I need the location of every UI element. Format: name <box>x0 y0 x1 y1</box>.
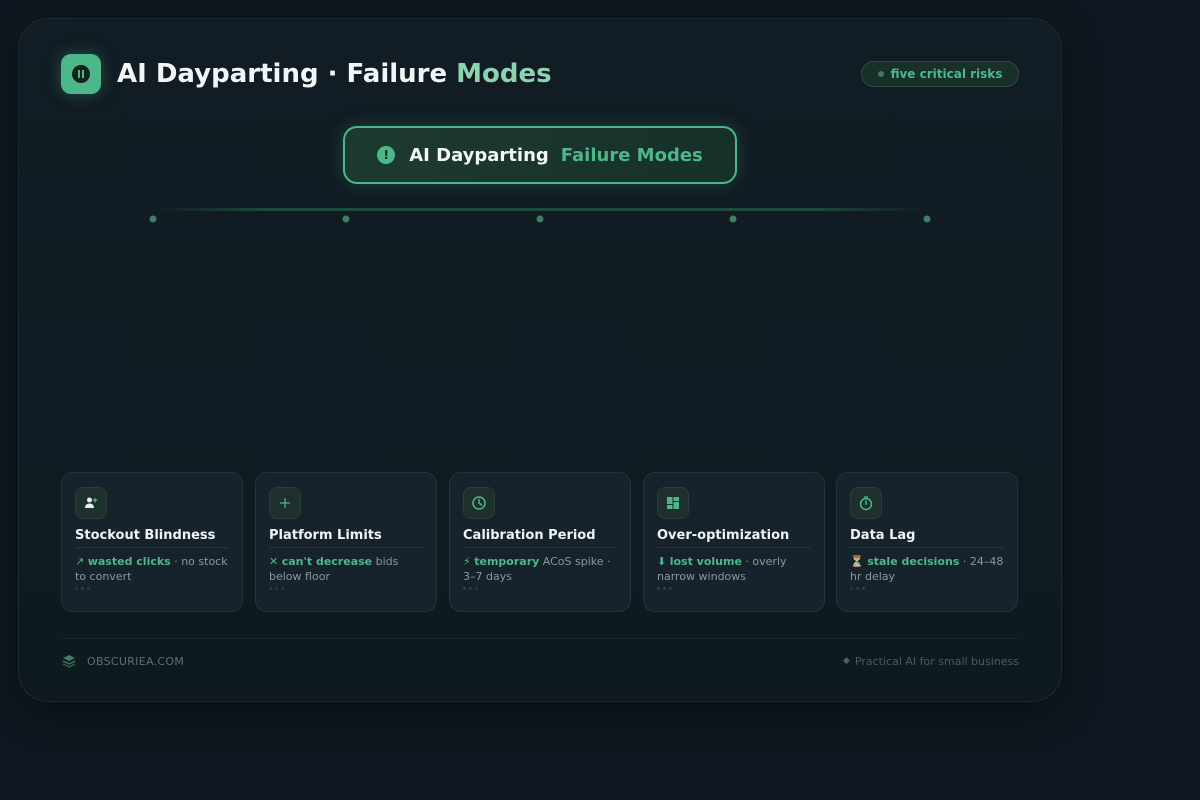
node-description: ↗ wasted clicks · no stock to convert <box>75 554 229 584</box>
failure-node-calibration-period: Calibration Period ⚡ temporary ACoS spik… <box>449 472 631 612</box>
page-title-main: AI Dayparting · Failure <box>117 59 457 89</box>
trend-up-icon: ↗ <box>75 555 85 568</box>
node-icon-box <box>75 487 107 519</box>
node-title: Data Lag <box>850 528 1004 548</box>
failure-node-over-optimization: Over-optimization ⬇ lost volume · overly… <box>643 472 825 612</box>
node-dots <box>850 587 1004 590</box>
page-title: AI Dayparting · Failure Modes <box>117 56 552 92</box>
person-add-icon <box>85 497 98 508</box>
node-dots <box>269 587 423 590</box>
clock-icon <box>472 496 486 510</box>
node-description: ⚡ temporary ACoS spike · 3–7 days <box>463 554 617 584</box>
root-label-accent: Failure Modes <box>560 144 703 166</box>
node-icon-box <box>269 487 301 519</box>
footer-tagline: ◆ Practical AI for small business <box>843 652 1019 670</box>
footer-brand[interactable]: OBSCURIEA.COM <box>61 652 184 670</box>
logo-badge <box>61 54 101 94</box>
hourglass-icon: ⏳ <box>850 555 864 568</box>
footer-divider <box>61 638 1019 639</box>
timer-icon <box>859 496 873 511</box>
node-icon-box <box>850 487 882 519</box>
node-emphasis: stale decisions <box>867 555 960 568</box>
failure-node-platform-limits: Platform Limits ✕ can't decrease bids be… <box>255 472 437 612</box>
node-title: Platform Limits <box>269 528 423 548</box>
arrow-down-icon: ⬇ <box>657 555 667 568</box>
node-title: Stockout Blindness <box>75 528 229 548</box>
node-icon-box <box>463 487 495 519</box>
risk-count-label: five critical risks <box>890 67 1003 81</box>
lightning-icon: ⚡ <box>463 555 471 568</box>
layers-icon <box>62 655 76 668</box>
diamond-icon: ◆ <box>842 656 850 666</box>
node-description: ⏳ stale decisions · 24–48 hr delay <box>850 554 1004 584</box>
node-dots <box>657 587 811 590</box>
node-icon-box <box>657 487 689 519</box>
failure-node-stockout-blindness: Stockout Blindness ↗ wasted clicks · no … <box>61 472 243 612</box>
failure-node-data-lag: Data Lag ⏳ stale decisions · 24–48 hr de… <box>836 472 1018 612</box>
status-dot <box>877 71 884 77</box>
node-title: Over-optimization <box>657 528 811 548</box>
node-dots <box>75 587 229 590</box>
risk-count-badge: five critical risks <box>861 61 1019 87</box>
plus-icon <box>280 498 290 508</box>
cross-icon: ✕ <box>269 555 279 568</box>
node-emphasis: can't decrease <box>281 555 373 568</box>
root-node: ! AI Dayparting Failure Modes <box>343 126 737 184</box>
footer-brand-label: OBSCURIEA.COM <box>87 654 185 668</box>
footer-tagline-text: Practical AI for small business <box>854 654 1019 668</box>
node-dots <box>463 587 617 590</box>
node-title: Calibration Period <box>463 528 617 548</box>
node-emphasis: temporary <box>474 555 540 568</box>
node-description: ✕ can't decrease bids below floor <box>269 554 423 584</box>
dashboard-icon <box>667 497 679 509</box>
node-emphasis: wasted clicks <box>87 555 171 568</box>
pause-circle-icon <box>72 65 90 83</box>
node-emphasis: lost volume <box>669 555 742 568</box>
node-description: ⬇ lost volume · overly narrow windows <box>657 554 811 584</box>
root-label-main: AI Dayparting <box>409 144 549 166</box>
page-title-accent: Modes <box>456 59 552 89</box>
alert-circle-icon: ! <box>377 146 396 164</box>
